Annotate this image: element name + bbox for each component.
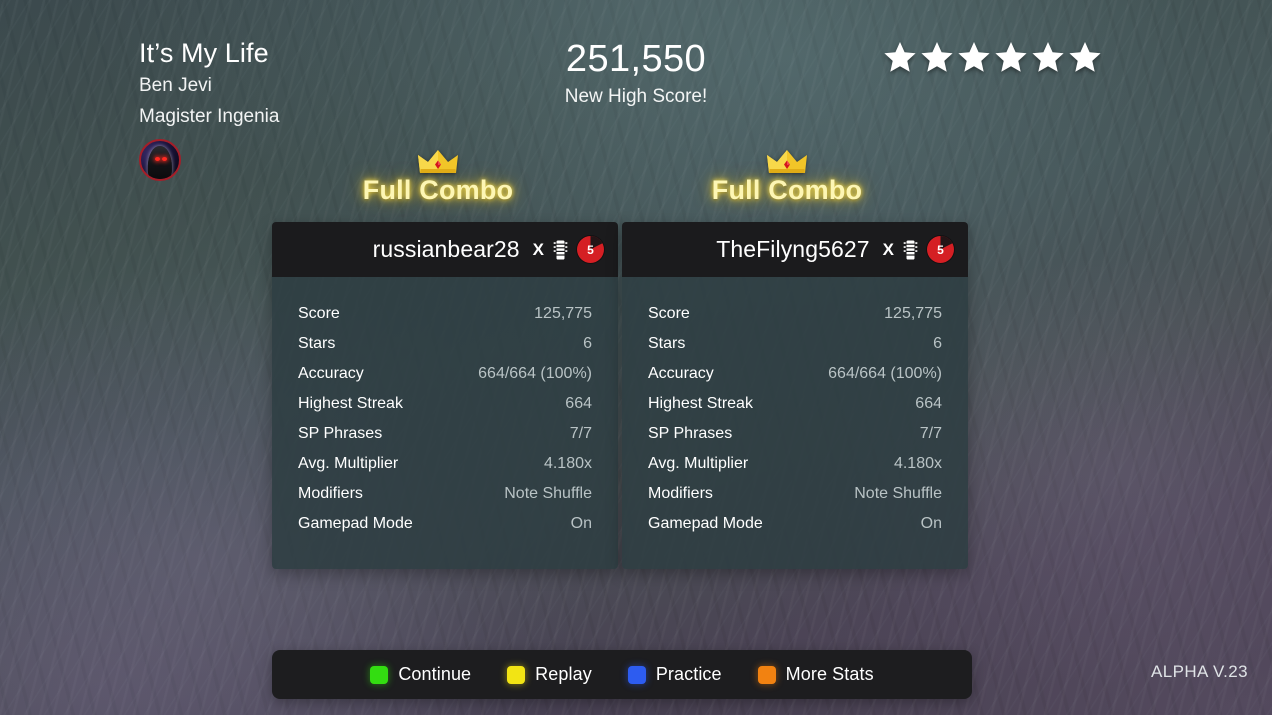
stat-value: Note Shuffle: [504, 485, 592, 502]
difficulty-value: 5: [937, 242, 944, 257]
stat-label: Modifiers: [648, 485, 713, 502]
star-icon: [958, 42, 990, 72]
stat-value: 664: [915, 395, 942, 412]
stat-label: Accuracy: [298, 365, 364, 382]
stat-row: Score 125,775: [298, 299, 592, 329]
continue-button[interactable]: Continue: [370, 664, 471, 685]
button-label: Replay: [535, 664, 592, 684]
stat-row: Highest Streak 664: [298, 389, 592, 419]
stat-row: Modifiers Note Shuffle: [648, 479, 942, 509]
stat-value: 664/664 (100%): [478, 365, 592, 382]
practice-button[interactable]: Practice: [627, 664, 722, 685]
stat-value: 4.180x: [543, 455, 592, 472]
stat-row: Accuracy 664/664 (100%): [648, 359, 942, 389]
stat-label: Accuracy: [648, 365, 714, 382]
stat-label: Highest Streak: [648, 395, 753, 412]
avatar-eye-left: [154, 156, 160, 161]
stat-label: Score: [648, 305, 690, 322]
stat-value: On: [920, 515, 942, 532]
stat-value: 6: [933, 335, 942, 352]
stat-row: Stars 6: [648, 329, 942, 359]
star-icon: [884, 42, 916, 72]
difficulty-badge: 5: [927, 236, 954, 263]
crown-icon: [767, 150, 807, 173]
stat-value: 664/664 (100%): [828, 365, 942, 382]
stat-label: Score: [298, 305, 340, 322]
more-stats-button[interactable]: More Stats: [757, 664, 874, 685]
player-stats-list: Score 125,775 Stars 6 Accuracy 664/664 (100%)…: [272, 277, 618, 569]
stat-row: SP Phrases 7/7: [648, 419, 942, 449]
button-label: Continue: [398, 664, 472, 684]
stat-label: SP Phrases: [648, 425, 733, 442]
stat-row: Accuracy 664/664 (100%): [298, 359, 592, 389]
stat-row: Gamepad Mode On: [298, 509, 592, 539]
stat-value: 7/7: [569, 425, 592, 442]
stat-label: Gamepad Mode: [298, 515, 413, 532]
replay-button[interactable]: Replay: [507, 664, 592, 685]
star-icon: [1032, 42, 1064, 72]
difficulty-badge: 5: [577, 236, 604, 263]
player-name: TheFilyng5627: [716, 236, 870, 262]
key-color-swatch: [627, 665, 646, 684]
stat-label: Avg. Multiplier: [648, 455, 749, 472]
player-stats-list: Score 125,775 Stars 6 Accuracy 664/664 (100%)…: [622, 277, 968, 569]
stat-value: 125,775: [884, 305, 942, 322]
button-label: More Stats: [785, 664, 874, 684]
stat-label: Modifiers: [298, 485, 363, 502]
star-icon: [921, 42, 953, 72]
player-card: russianbear28 X 5 Score 125,775 Stars 6 Accurac…: [272, 222, 618, 569]
results-screen: It’s My Life Ben Jevi Magister Ingenia 2…: [0, 0, 1272, 715]
full-combo-label: Full Combo: [362, 175, 514, 205]
stat-value: On: [570, 515, 592, 532]
player-card: TheFilyng5627 X 5 Score 125,775 Stars 6 Accurac…: [622, 222, 968, 569]
hooded-figure-avatar: [139, 139, 181, 181]
stat-value: Note Shuffle: [854, 485, 942, 502]
stat-value: 4.180x: [893, 455, 942, 472]
stat-label: Stars: [298, 335, 336, 352]
stat-row: Gamepad Mode On: [648, 509, 942, 539]
stat-row: Modifiers Note Shuffle: [298, 479, 592, 509]
star-icon: [1069, 42, 1101, 72]
stat-value: 125,775: [534, 305, 592, 322]
avatar-hood: [147, 146, 173, 179]
stat-value: 664: [565, 395, 592, 412]
stat-value: 6: [583, 335, 592, 352]
key-color-swatch: [370, 665, 389, 684]
stat-label: Avg. Multiplier: [298, 455, 399, 472]
player-name: russianbear28: [372, 236, 520, 262]
multiplier-mark: X: [532, 239, 544, 259]
stat-value: 7/7: [919, 425, 942, 442]
button-label: Practice: [655, 664, 722, 684]
multiplier-mark: X: [882, 239, 894, 259]
full-combo-banner-player-1: Full Combo: [308, 148, 568, 206]
full-combo-banner-player-2: Full Combo: [657, 148, 917, 206]
crown-icon: [418, 150, 458, 173]
guitar-fretboard-icon: [553, 240, 568, 259]
stat-label: SP Phrases: [298, 425, 383, 442]
stat-label: Gamepad Mode: [648, 515, 763, 532]
stat-label: Highest Streak: [298, 395, 403, 412]
guitar-fretboard-icon: [903, 240, 918, 259]
stat-row: Avg. Multiplier 4.180x: [648, 449, 942, 479]
high-score-status: New High Score!: [564, 86, 708, 107]
stat-row: Score 125,775: [648, 299, 942, 329]
key-color-swatch: [507, 665, 526, 684]
difficulty-value: 5: [587, 242, 594, 257]
star-rating: [883, 40, 1102, 74]
player-card-header: TheFilyng5627 X 5: [622, 222, 968, 277]
full-combo-label: Full Combo: [711, 175, 863, 205]
player-card-header: russianbear28 X 5: [272, 222, 618, 277]
star-icon: [995, 42, 1027, 72]
avatar-eye-right: [162, 156, 168, 161]
key-color-swatch: [757, 665, 776, 684]
stat-row: Avg. Multiplier 4.180x: [298, 449, 592, 479]
stat-row: SP Phrases 7/7: [298, 419, 592, 449]
player-cards-container: russianbear28 X 5 Score 125,775 Stars 6 Accurac…: [272, 222, 968, 569]
stat-label: Stars: [648, 335, 686, 352]
version-label: ALPHA V.23: [1151, 662, 1248, 681]
stat-row: Stars 6: [298, 329, 592, 359]
stat-row: Highest Streak 664: [648, 389, 942, 419]
action-button-bar: Continue Replay Practice More Stats: [272, 650, 972, 699]
